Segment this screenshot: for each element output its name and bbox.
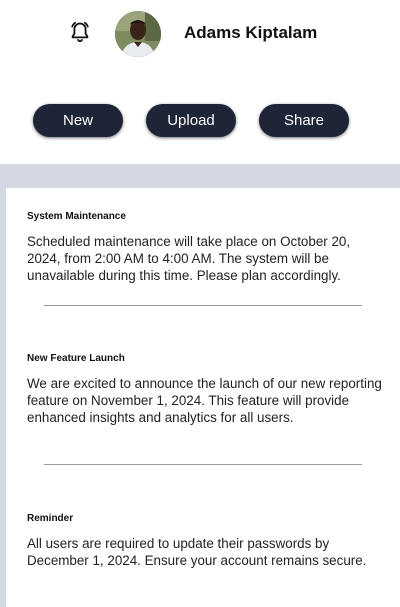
notice-title: New Feature Launch: [27, 353, 125, 364]
share-button[interactable]: Share: [259, 104, 349, 137]
avatar[interactable]: [115, 11, 161, 57]
notice-item: System Maintenance Scheduled maintenance…: [27, 211, 387, 284]
user-name: Adams Kiptalam: [184, 23, 318, 42]
notice-body: We are excited to announce the launch of…: [27, 376, 382, 425]
notice-item: Reminder All users are required to updat…: [27, 513, 387, 569]
notice-body: All users are required to update their p…: [27, 536, 367, 568]
upload-button[interactable]: Upload: [146, 104, 236, 137]
divider: [44, 464, 362, 465]
new-button[interactable]: New: [33, 104, 123, 137]
notice-body: Scheduled maintenance will take place on…: [27, 234, 351, 283]
bell-icon[interactable]: [68, 20, 92, 44]
notice-item: New Feature Launch We are excited to ann…: [27, 353, 387, 426]
action-bar: New Upload Share: [0, 104, 400, 138]
notices-panel: System Maintenance Scheduled maintenance…: [0, 164, 400, 607]
top-header: Adams Kiptalam: [0, 0, 400, 68]
divider: [44, 305, 362, 306]
notices-list[interactable]: System Maintenance Scheduled maintenance…: [6, 188, 400, 607]
notice-title: System Maintenance: [27, 211, 126, 222]
notice-title: Reminder: [27, 513, 74, 524]
